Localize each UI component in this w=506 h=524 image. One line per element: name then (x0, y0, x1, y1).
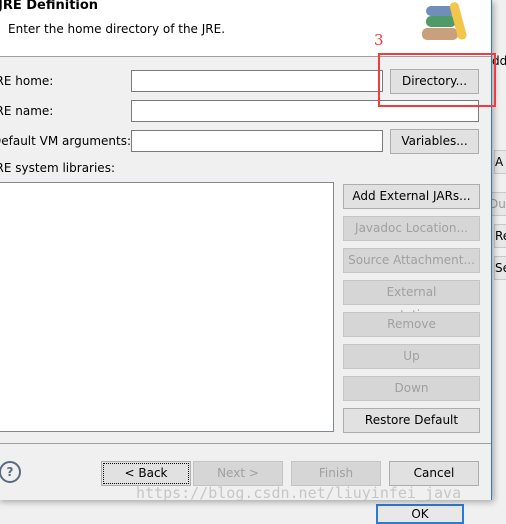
vm-args-input[interactable] (131, 130, 383, 152)
dialog-header: JRE Definition Enter the home directory … (0, 0, 491, 57)
up-button[interactable]: Up (343, 344, 480, 369)
books-icon (418, 2, 470, 42)
add-external-jars-button[interactable]: Add External JARs... (343, 184, 480, 209)
bg-remove-button: Re (494, 224, 506, 248)
bg-select-button: Se (494, 256, 506, 280)
finish-button[interactable]: Finish (291, 461, 381, 486)
vm-args-label: Default VM arguments: (0, 134, 132, 148)
watermark: https://blog.csdn.net/liuyinfei_java (136, 484, 462, 502)
jre-home-input[interactable] (131, 70, 383, 92)
annotation-step-number: 3 (374, 31, 384, 49)
next-button[interactable]: Next > (193, 461, 283, 486)
bg-ok-button: OK (376, 504, 464, 524)
dialog-title: JRE Definition (0, 0, 99, 13)
dialog-description: Enter the home directory of the JRE. (8, 22, 226, 36)
variables-button[interactable]: Variables... (390, 129, 479, 154)
annotation-highlight-box (378, 53, 496, 107)
jre-name-label: JRE name: (0, 104, 54, 118)
jre-home-label: JRE home: (0, 74, 54, 88)
cancel-button[interactable]: Cancel (389, 461, 479, 486)
source-attachment-button[interactable]: Source Attachment... (343, 248, 480, 273)
footer-divider (0, 443, 491, 444)
libs-label: JRE system libraries: (0, 161, 115, 175)
help-icon[interactable]: ? (0, 461, 21, 483)
down-button[interactable]: Down (343, 376, 480, 401)
back-button[interactable]: < Back (101, 461, 191, 486)
javadoc-location-button[interactable]: Javadoc Location... (343, 216, 480, 241)
restore-default-button[interactable]: Restore Default (343, 408, 480, 433)
external-annotations-button[interactable]: External annotations... (343, 280, 480, 322)
system-libraries-list[interactable] (0, 182, 334, 432)
remove-button[interactable]: Remove (343, 312, 480, 337)
bg-add-button: A (494, 150, 506, 174)
